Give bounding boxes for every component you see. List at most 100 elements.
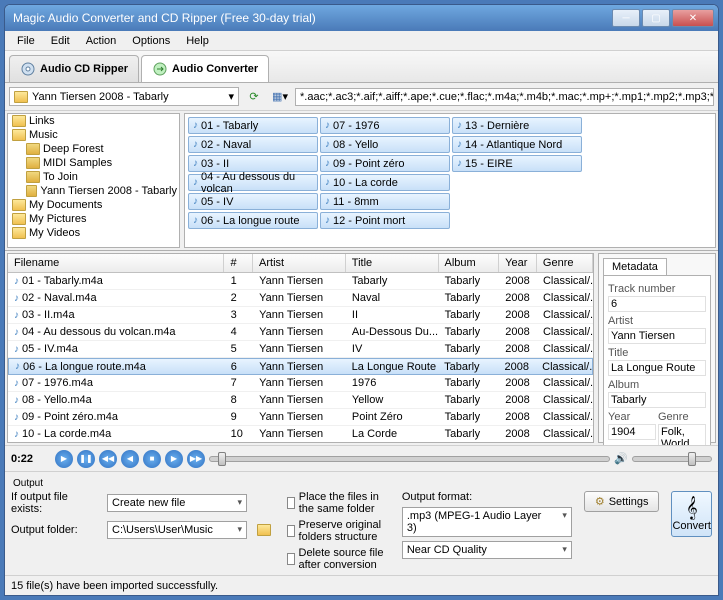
track-tile[interactable]: ♪09 - Point zéro — [320, 155, 450, 172]
table-row[interactable]: ♪08 - Yello.m4a8Yann TiersenYellowTabarl… — [8, 392, 593, 409]
tree-item[interactable]: My Documents — [8, 198, 179, 212]
tree-item[interactable]: Links — [8, 114, 179, 128]
refresh-button[interactable]: ⟳ — [243, 86, 265, 108]
pause-button[interactable]: ❚❚ — [77, 450, 95, 468]
queue-grid[interactable]: Filename # Artist Title Album Year Genre… — [7, 253, 594, 443]
track-tile[interactable]: ♪06 - La longue route — [188, 212, 318, 229]
table-row[interactable]: ♪03 - II.m4a3Yann TiersenIITabarly2008Cl… — [8, 307, 593, 324]
menu-options[interactable]: Options — [124, 33, 178, 49]
folder-icon — [12, 213, 26, 225]
file-list[interactable]: ♪01 - Tabarly♪02 - Naval♪03 - II♪04 - Au… — [184, 113, 716, 248]
track-tile[interactable]: ♪02 - Naval — [188, 136, 318, 153]
menu-help[interactable]: Help — [178, 33, 217, 49]
folder-combo[interactable]: C:\Users\User\Music — [107, 521, 247, 539]
minimize-button[interactable]: ─ — [612, 9, 640, 27]
meta-year[interactable]: 1904 — [608, 424, 656, 440]
tab-cd-ripper[interactable]: Audio CD Ripper — [9, 55, 139, 82]
format-combo[interactable]: .mp3 (MPEG-1 Audio Layer 3) — [402, 507, 572, 537]
col-title[interactable]: Title — [346, 254, 439, 272]
table-row[interactable]: ♪06 - La longue route.m4a6Yann TiersenLa… — [8, 358, 593, 375]
meta-artist[interactable]: Yann Tiersen — [608, 328, 706, 344]
col-filename[interactable]: Filename — [8, 254, 224, 272]
cell-album: Tabarly — [438, 360, 498, 374]
track-tile[interactable]: ♪12 - Point mort — [320, 212, 450, 229]
folder-icon — [12, 129, 26, 141]
track-name: 02 - Naval — [201, 139, 251, 151]
chk-label: Place the files in the same folder — [299, 491, 390, 515]
meta-tracknum[interactable]: 6 — [608, 296, 706, 312]
meta-album[interactable]: Tabarly — [608, 392, 706, 408]
convert-button[interactable]: 𝄞 Convert — [671, 491, 712, 537]
stop-button[interactable]: ■ — [143, 450, 161, 468]
play-button[interactable]: ▶ — [55, 450, 73, 468]
view-button[interactable]: ▦▾ — [269, 86, 291, 108]
metadata-tab[interactable]: Metadata — [603, 258, 667, 275]
cell-genre: Classical/. — [537, 410, 593, 424]
track-tile[interactable]: ♪15 - EIRE — [452, 155, 582, 172]
quality-combo[interactable]: Near CD Quality — [402, 541, 572, 559]
exists-combo[interactable]: Create new file — [107, 494, 247, 512]
folder-tree[interactable]: LinksMusicDeep ForestMIDI SamplesTo Join… — [7, 113, 180, 248]
table-row[interactable]: ♪09 - Point zéro.m4a9Yann TiersenPoint Z… — [8, 409, 593, 426]
breadcrumb[interactable]: Yann Tiersen 2008 - Tabarly ▾ — [9, 87, 239, 106]
table-row[interactable]: ♪07 - 1976.m4a7Yann Tiersen1976Tabarly20… — [8, 375, 593, 392]
forward-button[interactable]: ▶ — [165, 450, 183, 468]
note-icon: ♪ — [325, 120, 330, 131]
file-filter[interactable]: *.aac;*.ac3;*.aif;*.aiff;*.ape;*.cue;*.f… — [295, 88, 714, 106]
menu-edit[interactable]: Edit — [43, 33, 78, 49]
cell-year: 2008 — [499, 410, 537, 424]
rewind-button[interactable]: ◀ — [121, 450, 139, 468]
track-tile[interactable]: ♪01 - Tabarly — [188, 117, 318, 134]
menu-action[interactable]: Action — [78, 33, 125, 49]
tree-item[interactable]: Yann Tiersen 2008 - Tabarly — [8, 184, 179, 198]
tree-item[interactable]: To Join — [8, 170, 179, 184]
chk-delete-source[interactable] — [287, 553, 295, 565]
col-num[interactable]: # — [224, 254, 253, 272]
track-tile[interactable]: ♪10 - La corde — [320, 174, 450, 191]
col-album[interactable]: Album — [439, 254, 500, 272]
track-tile[interactable]: ♪14 - Atlantique Nord — [452, 136, 582, 153]
meta-label-artist: Artist — [608, 315, 706, 327]
table-row[interactable]: ♪10 - La corde.m4a10Yann TiersenLa Corde… — [8, 426, 593, 443]
chk-same-folder[interactable] — [287, 497, 295, 509]
table-row[interactable]: ♪01 - Tabarly.m4a1Yann TiersenTabarlyTab… — [8, 273, 593, 290]
tree-item[interactable]: My Pictures — [8, 212, 179, 226]
table-row[interactable]: ♪05 - IV.m4a5Yann TiersenIVTabarly2008Cl… — [8, 341, 593, 358]
settings-button[interactable]: ⚙Settings — [584, 491, 660, 512]
maximize-button[interactable]: ▢ — [642, 9, 670, 27]
titlebar[interactable]: Magic Audio Converter and CD Ripper (Fre… — [5, 5, 718, 31]
col-artist[interactable]: Artist — [253, 254, 346, 272]
track-tile[interactable]: ♪05 - IV — [188, 193, 318, 210]
track-tile[interactable]: ♪11 - 8mm — [320, 193, 450, 210]
close-button[interactable]: ✕ — [672, 9, 714, 27]
track-tile[interactable]: ♪07 - 1976 — [320, 117, 450, 134]
meta-title[interactable]: La Longue Route — [608, 360, 706, 376]
cell-filename: 07 - 1976.m4a — [22, 377, 93, 389]
next-button[interactable]: ▶▶ — [187, 450, 205, 468]
cell-album: Tabarly — [439, 427, 500, 441]
grid-header[interactable]: Filename # Artist Title Album Year Genre — [8, 254, 593, 273]
chk-preserve-folders[interactable] — [287, 525, 295, 537]
track-tile[interactable]: ♪03 - II — [188, 155, 318, 172]
col-year[interactable]: Year — [499, 254, 537, 272]
col-genre[interactable]: Genre — [537, 254, 593, 272]
meta-genre[interactable]: Folk, World, & C — [658, 424, 706, 445]
tree-item[interactable]: Music — [8, 128, 179, 142]
track-tile[interactable]: ♪13 - Dernière — [452, 117, 582, 134]
cell-album: Tabarly — [439, 308, 500, 322]
browse-folder-button[interactable] — [253, 519, 275, 541]
volume-slider[interactable] — [632, 456, 712, 462]
tab-audio-converter[interactable]: Audio Converter — [141, 55, 269, 82]
tree-item[interactable]: Deep Forest — [8, 142, 179, 156]
prev-button[interactable]: ◀◀ — [99, 450, 117, 468]
menu-file[interactable]: File — [9, 33, 43, 49]
chevron-down-icon[interactable]: ▾ — [228, 90, 234, 103]
track-tile[interactable]: ♪08 - Yello — [320, 136, 450, 153]
table-row[interactable]: ♪02 - Naval.m4a2Yann TiersenNavalTabarly… — [8, 290, 593, 307]
track-tile[interactable]: ♪04 - Au dessous du volcan — [188, 174, 318, 191]
seek-slider[interactable] — [209, 456, 610, 462]
table-row[interactable]: ♪04 - Au dessous du volcan.m4a4Yann Tier… — [8, 324, 593, 341]
tab-label: Audio CD Ripper — [40, 63, 128, 75]
tree-item[interactable]: MIDI Samples — [8, 156, 179, 170]
tree-item[interactable]: My Videos — [8, 226, 179, 240]
